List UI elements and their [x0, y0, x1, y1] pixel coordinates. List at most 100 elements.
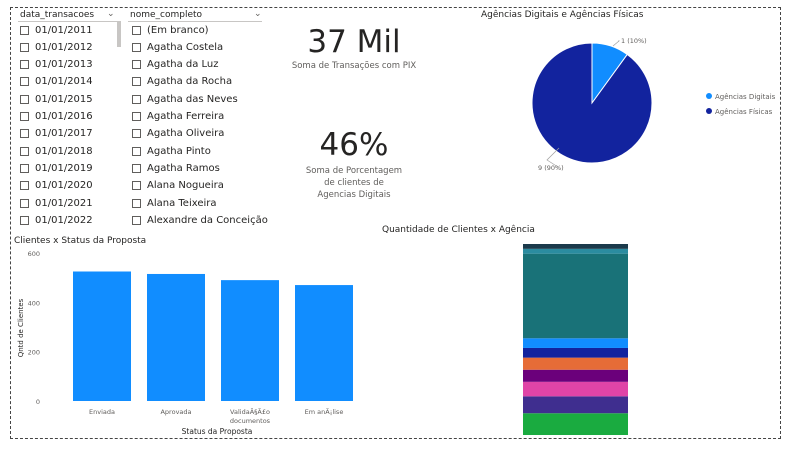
stacked-segment[interactable]: [523, 244, 628, 249]
stacked-segment[interactable]: [523, 413, 628, 435]
stacked-chart-title: Quantidade de Clientes x Agência: [382, 225, 535, 235]
name-slicer-item-label: Alana Nogueira: [147, 180, 224, 192]
name-slicer-item[interactable]: Agatha Costela: [132, 40, 223, 54]
checkbox[interactable]: [20, 94, 29, 104]
name-slicer-item-label: Agatha Costela: [147, 41, 224, 53]
stacked-segment[interactable]: [523, 369, 628, 382]
x-tick-label: Aprovada: [160, 408, 191, 416]
name-slicer-item-label: Agatha Pinto: [147, 145, 211, 157]
checkbox[interactable]: [132, 94, 141, 104]
checkbox[interactable]: [132, 181, 141, 191]
date-slicer-item[interactable]: 01/01/2018: [20, 144, 93, 158]
name-slicer-header: nome_completo: [130, 10, 203, 20]
bar-chart: 0 200 400 600 Qntd de Clientes Enviada Aprovad…: [17, 250, 353, 436]
legend-label[interactable]: Agências Digitais: [715, 93, 776, 101]
stacked-segment[interactable]: [523, 253, 628, 339]
checkbox[interactable]: [132, 25, 141, 35]
kpi-caption-line: Soma de Porcentagem: [305, 166, 403, 176]
legend-label[interactable]: Agências Físicas: [715, 108, 773, 116]
date-slicer-item-label: 01/01/2012: [35, 41, 93, 53]
checkbox[interactable]: [132, 42, 141, 52]
stacked-segment[interactable]: [523, 338, 628, 348]
checkbox[interactable]: [20, 77, 29, 87]
date-slicer-item-label: 01/01/2022: [35, 214, 93, 226]
x-tick-label: Enviada: [89, 408, 115, 416]
stacked-bar-chart: [523, 244, 628, 435]
kpi-caption: Soma de Transações com PIX: [291, 61, 417, 71]
date-slicer-item[interactable]: 01/01/2020: [20, 179, 93, 193]
date-slicer-item[interactable]: 01/01/2021: [20, 196, 93, 210]
date-slicer-item-label: 01/01/2018: [35, 145, 93, 157]
bar[interactable]: [221, 280, 279, 401]
bar-chart-title: Clientes x Status da Proposta: [14, 236, 147, 246]
name-slicer-item-label: (Em branco): [147, 24, 209, 36]
date-slicer-scrollbar[interactable]: [117, 21, 121, 47]
checkbox[interactable]: [132, 146, 141, 156]
date-slicer-item-label: 01/01/2011: [35, 24, 93, 36]
checkbox[interactable]: [20, 129, 29, 139]
stacked-segment[interactable]: [523, 381, 628, 397]
pie-data-label: 9 (90%): [538, 164, 564, 172]
date-slicer-item[interactable]: 01/01/2015: [20, 92, 93, 106]
checkbox[interactable]: [20, 215, 29, 225]
checkbox[interactable]: [20, 112, 29, 121]
date-slicer-item[interactable]: 01/01/2012: [20, 40, 93, 54]
kpi-value: 37 Mil: [307, 24, 401, 60]
name-slicer-item-label: Alana Teixeira: [147, 197, 217, 209]
checkbox[interactable]: [20, 146, 29, 156]
x-axis-label: Status da Proposta: [182, 427, 253, 436]
checkbox[interactable]: [132, 60, 141, 70]
date-slicer-item[interactable]: 01/01/2011: [20, 23, 93, 37]
y-tick-label: 0: [36, 398, 40, 406]
checkbox[interactable]: [20, 60, 29, 70]
date-slicer-item[interactable]: 01/01/2017: [20, 127, 93, 141]
stacked-segment[interactable]: [523, 357, 628, 370]
name-slicer-item[interactable]: Alana Nogueira: [132, 179, 224, 193]
date-slicer-item-label: 01/01/2014: [35, 76, 93, 88]
date-slicer-item[interactable]: 01/01/2019: [20, 161, 93, 175]
name-slicer-item[interactable]: Agatha Ramos: [132, 161, 220, 175]
checkbox[interactable]: [132, 112, 141, 121]
date-slicer-item[interactable]: 01/01/2022: [20, 213, 93, 227]
date-slicer-item-label: 01/01/2021: [35, 197, 93, 209]
bar[interactable]: [147, 273, 205, 401]
date-slicer-item-label: 01/01/2017: [35, 128, 93, 140]
pie-slice[interactable]: [531, 42, 653, 164]
name-slicer-item[interactable]: Agatha Oliveira: [132, 127, 224, 141]
checkbox[interactable]: [20, 181, 29, 191]
bar[interactable]: [73, 271, 131, 402]
checkbox[interactable]: [132, 198, 141, 208]
name-slicer-item[interactable]: (Em branco): [132, 23, 209, 37]
checkbox[interactable]: [20, 25, 29, 35]
date-slicer-header: data_transacoes: [20, 10, 95, 20]
checkbox[interactable]: [132, 77, 141, 87]
checkbox[interactable]: [132, 129, 141, 139]
stacked-segment[interactable]: [523, 347, 628, 358]
name-slicer-item[interactable]: Alana Teixeira: [132, 196, 217, 210]
stacked-segment[interactable]: [523, 248, 628, 254]
checkbox[interactable]: [132, 215, 141, 225]
pie-chart-title: Agências Digitais e Agências Físicas: [481, 10, 644, 20]
name-slicer-item-label: Agatha da Luz: [147, 59, 219, 71]
stacked-segment[interactable]: [523, 396, 628, 414]
name-slicer-item[interactable]: Alexandre da Conceição: [132, 213, 268, 227]
date-slicer-item[interactable]: 01/01/2016: [20, 110, 93, 124]
name-slicer-item[interactable]: Agatha Pinto: [132, 144, 211, 158]
bar[interactable]: [295, 285, 353, 401]
y-tick-label: 600: [28, 250, 40, 258]
name-slicer-item[interactable]: Agatha da Luz: [132, 58, 219, 72]
checkbox[interactable]: [132, 163, 141, 173]
name-slicer-item[interactable]: Agatha das Neves: [132, 92, 238, 106]
name-slicer-item[interactable]: Agatha Ferreira: [132, 110, 224, 124]
date-slicer-item[interactable]: 01/01/2013: [20, 58, 93, 72]
name-slicer-item-label: Agatha Ramos: [147, 162, 220, 174]
date-slicer-item-label: 01/01/2016: [35, 111, 93, 122]
checkbox[interactable]: [20, 163, 29, 173]
date-slicer-item[interactable]: 01/01/2014: [20, 75, 93, 89]
name-slicer-item[interactable]: Agatha da Rocha: [132, 75, 232, 89]
checkbox[interactable]: [20, 42, 29, 52]
name-slicer-item-label: Alexandre da Conceição: [147, 214, 268, 226]
x-tick-label: Em anÃ¡lise: [305, 407, 344, 416]
x-tick-label: ValidaÃ§Ã£o: [230, 407, 270, 416]
checkbox[interactable]: [20, 198, 29, 208]
